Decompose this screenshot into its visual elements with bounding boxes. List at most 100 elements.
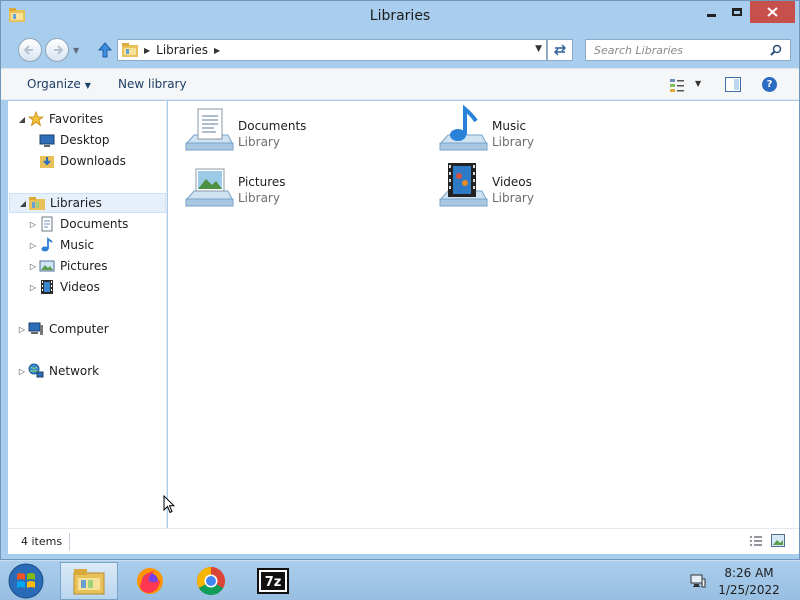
library-name: Documents bbox=[238, 119, 307, 133]
collapsed-arrow-icon[interactable]: ▷ bbox=[28, 283, 38, 292]
view-options-chevron-icon[interactable]: ▼ bbox=[695, 79, 701, 88]
breadcrumb-arrow-icon[interactable]: ▶ bbox=[144, 46, 150, 55]
search-input[interactable] bbox=[594, 43, 764, 57]
breadcrumb-arrow-icon[interactable]: ▶ bbox=[214, 46, 220, 55]
tree-label: Libraries bbox=[50, 196, 102, 210]
explorer-window: Libraries ▼ ▶ Libraries ▶ ▼ Search Libra… bbox=[0, 0, 800, 560]
tree-label: Favorites bbox=[49, 112, 104, 126]
start-button[interactable] bbox=[6, 562, 46, 600]
title-bar: Libraries bbox=[1, 1, 799, 31]
command-bar: Organize ▼ New library ▼ ? bbox=[1, 68, 799, 100]
back-arrow-icon bbox=[23, 45, 33, 55]
taskbar-firefox-button[interactable] bbox=[121, 562, 179, 600]
window-title: Libraries bbox=[369, 8, 431, 24]
preview-pane-icon[interactable] bbox=[725, 77, 741, 92]
collapsed-arrow-icon[interactable]: ▷ bbox=[17, 325, 27, 334]
file-explorer-icon bbox=[73, 569, 105, 595]
tree-computer[interactable]: ▷ Computer bbox=[17, 319, 109, 339]
organize-button[interactable]: Organize ▼ bbox=[27, 77, 91, 91]
network-tray-icon[interactable] bbox=[690, 573, 706, 589]
taskbar-chrome-button[interactable] bbox=[182, 562, 240, 600]
organize-label: Organize bbox=[27, 77, 81, 91]
favorites-star-icon bbox=[28, 111, 44, 127]
forward-arrow-icon bbox=[54, 45, 64, 55]
address-bar[interactable]: ▶ Libraries ▶ ▼ bbox=[117, 39, 547, 61]
change-view-icon[interactable] bbox=[669, 77, 685, 93]
network-icon bbox=[28, 363, 44, 378]
new-library-button[interactable]: New library bbox=[118, 77, 187, 91]
close-button[interactable] bbox=[750, 1, 795, 23]
library-text: Pictures Library bbox=[238, 161, 286, 205]
tree-item-videos[interactable]: ▷ Videos bbox=[28, 277, 100, 297]
clock-time[interactable]: 8:26 AM bbox=[706, 566, 792, 580]
tree-item-desktop[interactable]: Desktop bbox=[28, 130, 110, 150]
library-type: Library bbox=[492, 135, 534, 149]
clock-date[interactable]: 1/25/2022 bbox=[706, 583, 792, 597]
tree-label: Documents bbox=[60, 217, 129, 231]
help-icon[interactable]: ? bbox=[762, 77, 777, 92]
tree-item-pictures[interactable]: ▷ Pictures bbox=[28, 256, 108, 276]
expanded-arrow-icon[interactable]: ◢ bbox=[18, 199, 28, 208]
forward-button[interactable] bbox=[45, 38, 69, 62]
tree-item-music[interactable]: ▷ Music bbox=[28, 235, 94, 255]
minimize-button[interactable] bbox=[698, 1, 724, 23]
taskbar: 7z 8:26 AM 1/25/2022 bbox=[0, 560, 800, 600]
downloads-folder-icon bbox=[40, 156, 54, 168]
collapsed-arrow-icon[interactable]: ▷ bbox=[28, 241, 38, 250]
address-history-chevron-icon[interactable]: ▼ bbox=[535, 44, 542, 54]
taskbar-file-explorer-button[interactable] bbox=[60, 562, 118, 600]
tree-network[interactable]: ▷ Network bbox=[17, 361, 99, 381]
item-count: 4 items bbox=[21, 535, 63, 548]
7zip-icon: 7z bbox=[257, 568, 289, 594]
up-arrow-icon[interactable] bbox=[96, 41, 114, 59]
library-item-music[interactable]: Music Library bbox=[438, 105, 688, 157]
library-name: Pictures bbox=[238, 175, 286, 189]
music-library-icon bbox=[439, 105, 488, 151]
collapsed-arrow-icon[interactable]: ▷ bbox=[28, 220, 38, 229]
music-icon bbox=[41, 237, 53, 252]
minimize-icon bbox=[706, 13, 716, 17]
library-item-videos[interactable]: Videos Library bbox=[438, 161, 688, 213]
maximize-button[interactable] bbox=[724, 1, 750, 23]
search-icon[interactable] bbox=[770, 44, 782, 56]
tree-libraries[interactable]: ◢ Libraries bbox=[9, 193, 166, 213]
library-type: Library bbox=[238, 191, 280, 205]
search-box[interactable] bbox=[585, 39, 791, 61]
library-text: Documents Library bbox=[238, 105, 306, 149]
tree-favorites[interactable]: ◢ Favorites bbox=[17, 109, 103, 129]
libraries-folder-icon bbox=[122, 43, 138, 57]
recent-locations-chevron-icon[interactable]: ▼ bbox=[73, 46, 79, 55]
chrome-icon bbox=[197, 567, 225, 595]
expanded-arrow-icon[interactable]: ◢ bbox=[17, 115, 27, 124]
collapsed-arrow-icon[interactable]: ▷ bbox=[17, 367, 27, 376]
desktop-icon bbox=[39, 134, 55, 147]
mouse-pointer-icon bbox=[163, 495, 175, 514]
taskbar-7zip-button[interactable]: 7z bbox=[244, 562, 302, 600]
library-item-pictures[interactable]: Pictures Library bbox=[184, 161, 434, 213]
breadcrumb-libraries[interactable]: Libraries bbox=[156, 43, 208, 57]
tree-item-documents[interactable]: ▷ Documents bbox=[28, 214, 128, 234]
navigation-row: ▼ ▶ Libraries ▶ ▼ bbox=[1, 34, 799, 66]
library-type: Library bbox=[492, 191, 534, 205]
details-view-icon[interactable] bbox=[749, 535, 763, 547]
tree-label: Downloads bbox=[60, 154, 126, 168]
collapsed-arrow-icon[interactable]: ▷ bbox=[28, 262, 38, 271]
status-divider bbox=[69, 533, 70, 551]
videos-icon bbox=[41, 280, 53, 294]
chevron-down-icon: ▼ bbox=[84, 81, 91, 90]
back-button[interactable] bbox=[18, 38, 42, 62]
library-text: Videos Library bbox=[492, 161, 534, 205]
computer-icon bbox=[28, 322, 43, 335]
refresh-button[interactable] bbox=[547, 39, 573, 61]
library-item-documents[interactable]: Documents Library bbox=[184, 105, 434, 157]
firefox-icon bbox=[137, 568, 163, 594]
large-icons-view-icon[interactable] bbox=[771, 534, 785, 547]
tree-label: Music bbox=[60, 238, 95, 252]
refresh-icon bbox=[554, 44, 566, 56]
close-icon bbox=[767, 7, 778, 17]
library-type: Library bbox=[238, 135, 280, 149]
svg-text:7z: 7z bbox=[265, 575, 282, 590]
tree-item-downloads[interactable]: Downloads bbox=[28, 151, 126, 171]
pictures-library-icon bbox=[185, 168, 234, 207]
library-name: Music bbox=[492, 119, 527, 133]
